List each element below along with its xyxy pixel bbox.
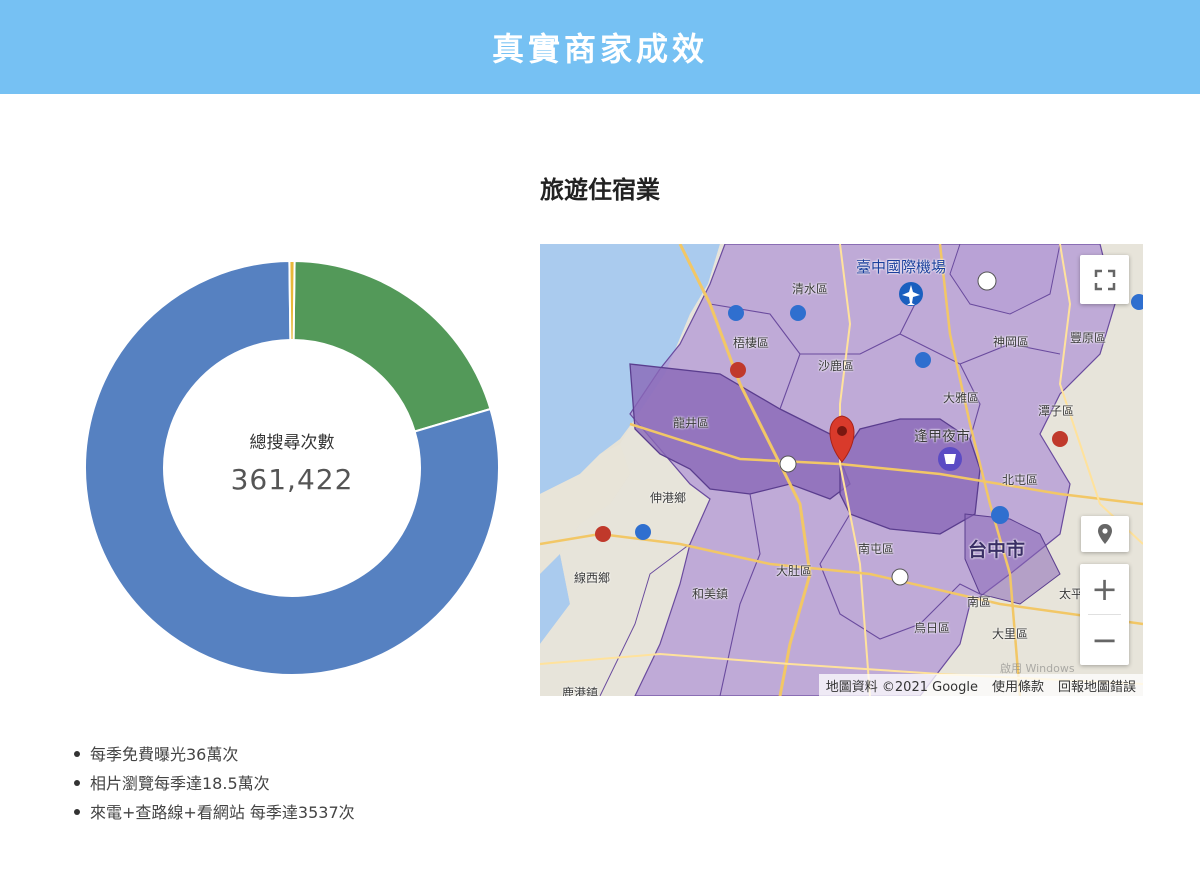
stat-item-photo-views: 相片瀏覽每季達18.5萬次 <box>74 769 355 798</box>
label-fengjia: 逢甲夜市 <box>914 429 970 445</box>
label-beitun: 北屯區 <box>1002 473 1039 487</box>
pegman-pin-icon <box>1098 524 1112 544</box>
attribution-data: 地圖資料 ©2021 Google <box>825 679 978 695</box>
stat-item-exposure: 每季免費曝光36萬次 <box>74 740 355 769</box>
map-base <box>540 244 1143 696</box>
label-airport: 臺中國際機場 <box>856 258 947 276</box>
map-panel[interactable]: 臺中國際機場 清水區 梧棲區 沙鹿區 神岡區 豐原區 大雅區 潭子區 龍井區 逢… <box>540 244 1143 696</box>
map-title: 旅遊住宿業 <box>540 176 660 204</box>
stat-item-actions: 來電+查路線+看網站 每季達3537次 <box>74 798 355 827</box>
label-tanzi: 潭子區 <box>1038 404 1075 418</box>
label-dali: 大里區 <box>992 627 1029 641</box>
label-daya: 大雅區 <box>943 391 980 405</box>
label-lugang: 鹿港鎮 <box>562 686 599 696</box>
fullscreen-button[interactable] <box>1080 255 1129 304</box>
label-dadu: 大肚區 <box>776 564 813 578</box>
label-wuri: 烏日區 <box>914 621 951 635</box>
label-fengyuan: 豐原區 <box>1070 331 1107 345</box>
search-donut-chart: 總搜尋次數 361,422 <box>84 260 500 676</box>
label-shengang: 神岡區 <box>993 335 1030 349</box>
donut-slice-1 <box>292 260 492 433</box>
zoom-out-button[interactable]: − <box>1080 615 1129 665</box>
label-nantun: 南屯區 <box>858 542 895 556</box>
donut-center-value: 361,422 <box>230 463 354 496</box>
donut-slice-2 <box>288 260 296 342</box>
zoom-in-button[interactable]: + <box>1080 564 1129 614</box>
page-banner: 真實商家成效 <box>0 0 1200 94</box>
label-shalu: 沙鹿區 <box>818 359 855 373</box>
street-view-button[interactable] <box>1081 516 1129 552</box>
label-longjing: 龍井區 <box>673 416 710 430</box>
map-attribution: 地圖資料 ©2021 Google 使用條款 回報地圖錯誤 <box>818 674 1143 696</box>
terms-link[interactable]: 使用條款 <box>985 676 1051 695</box>
label-taichung: 台中市 <box>968 539 1026 561</box>
label-qingshui: 清水區 <box>792 282 829 296</box>
label-south: 南區 <box>967 595 992 609</box>
label-wuqi: 梧棲區 <box>733 336 770 350</box>
label-shengang-town: 伸港鄉 <box>650 491 687 505</box>
label-xianxi: 線西鄉 <box>574 571 611 585</box>
donut-center-label: 總搜尋次數 <box>249 433 335 453</box>
stats-list: 每季免費曝光36萬次 相片瀏覽每季達18.5萬次 來電+查路線+看網站 每季達3… <box>74 740 355 827</box>
zoom-control: + − <box>1080 564 1129 665</box>
report-error-link[interactable]: 回報地圖錯誤 <box>1051 676 1143 695</box>
label-hemei: 和美鎮 <box>692 587 729 601</box>
fullscreen-icon <box>1094 269 1115 290</box>
page-title: 真實商家成效 <box>491 30 708 68</box>
